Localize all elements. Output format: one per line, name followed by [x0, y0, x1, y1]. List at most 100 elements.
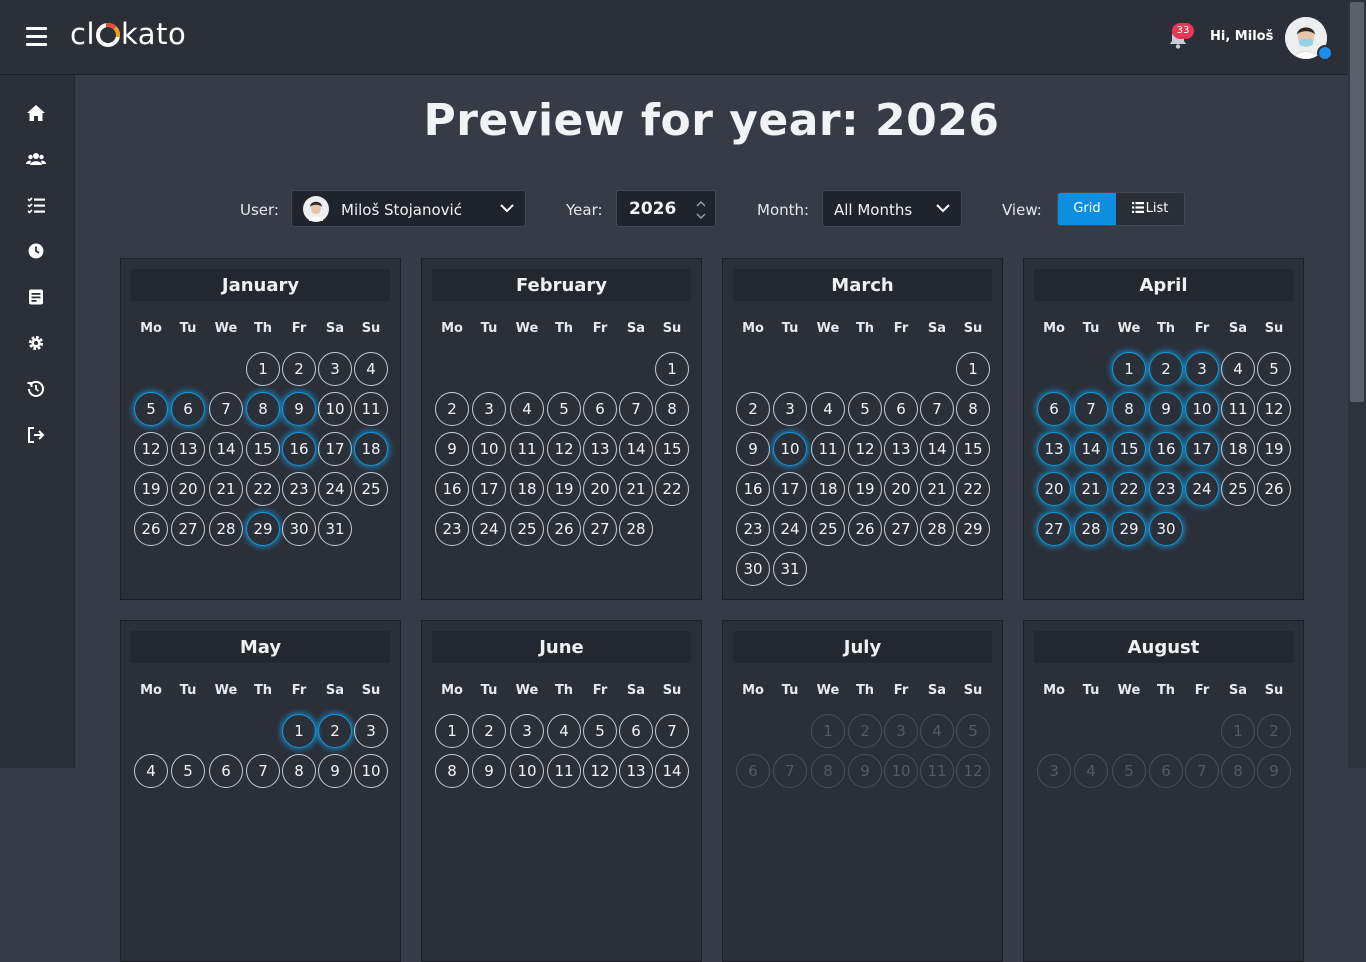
- calendar-day[interactable]: 31: [318, 512, 352, 546]
- calendar-day[interactable]: 28: [1074, 512, 1108, 546]
- calendar-day[interactable]: 9: [472, 754, 506, 788]
- calendar-day[interactable]: 8: [1112, 392, 1146, 426]
- calendar-day[interactable]: 2: [282, 352, 316, 386]
- calendar-day[interactable]: 15: [1112, 432, 1146, 466]
- calendar-day[interactable]: 21: [619, 472, 653, 506]
- home-icon[interactable]: [26, 103, 46, 123]
- calendar-day[interactable]: 18: [354, 432, 388, 466]
- calendar-day[interactable]: 15: [956, 432, 990, 466]
- calendar-day[interactable]: 24: [773, 512, 807, 546]
- calendar-day[interactable]: 19: [134, 472, 168, 506]
- calendar-day[interactable]: 15: [655, 432, 689, 466]
- calendar-day[interactable]: 9: [282, 392, 316, 426]
- calendar-day[interactable]: 19: [547, 472, 581, 506]
- calendar-day[interactable]: 10: [318, 392, 352, 426]
- calendar-day[interactable]: 2: [1149, 352, 1183, 386]
- history-icon[interactable]: [26, 379, 46, 399]
- calendar-day[interactable]: 23: [435, 512, 469, 546]
- calendar-day[interactable]: 30: [736, 552, 770, 586]
- calendar-day[interactable]: 19: [1257, 432, 1291, 466]
- month-select[interactable]: All Months: [822, 190, 962, 227]
- calendar-day[interactable]: 6: [1149, 754, 1183, 788]
- calendar-day[interactable]: 24: [318, 472, 352, 506]
- calendar-day[interactable]: 22: [1112, 472, 1146, 506]
- calendar-day[interactable]: 5: [1112, 754, 1146, 788]
- calendar-day[interactable]: 3: [510, 714, 544, 748]
- calendar-day[interactable]: 19: [848, 472, 882, 506]
- calendar-day[interactable]: 1: [282, 714, 316, 748]
- calendar-day[interactable]: 13: [1037, 432, 1071, 466]
- calendar-day[interactable]: 4: [1074, 754, 1108, 788]
- calendar-day[interactable]: 2: [848, 714, 882, 748]
- calendar-day[interactable]: 25: [1221, 472, 1255, 506]
- calendar-day[interactable]: 4: [134, 754, 168, 788]
- calendar-day[interactable]: 18: [1221, 432, 1255, 466]
- calendar-day[interactable]: 11: [510, 432, 544, 466]
- calendar-day[interactable]: 22: [246, 472, 280, 506]
- calendar-day[interactable]: 28: [619, 512, 653, 546]
- report-icon[interactable]: [26, 287, 46, 307]
- calendar-day[interactable]: 6: [209, 754, 243, 788]
- calendar-day[interactable]: 23: [1149, 472, 1183, 506]
- calendar-day[interactable]: 9: [1149, 392, 1183, 426]
- calendar-day[interactable]: 11: [547, 754, 581, 788]
- calendar-day[interactable]: 4: [547, 714, 581, 748]
- calendar-day[interactable]: 2: [1257, 714, 1291, 748]
- calendar-day[interactable]: 24: [472, 512, 506, 546]
- calendar-day[interactable]: 4: [811, 392, 845, 426]
- calendar-day[interactable]: 9: [1257, 754, 1291, 788]
- calendar-day[interactable]: 12: [956, 754, 990, 788]
- calendar-day[interactable]: 27: [1037, 512, 1071, 546]
- calendar-day[interactable]: 3: [1185, 352, 1219, 386]
- calendar-day[interactable]: 7: [209, 392, 243, 426]
- calendar-day[interactable]: 6: [1037, 392, 1071, 426]
- calendar-day[interactable]: 5: [547, 392, 581, 426]
- calendar-day[interactable]: 10: [1185, 392, 1219, 426]
- calendar-day[interactable]: 3: [773, 392, 807, 426]
- calendar-day[interactable]: 8: [246, 392, 280, 426]
- calendar-day[interactable]: 14: [920, 432, 954, 466]
- calendar-day[interactable]: 26: [848, 512, 882, 546]
- calendar-day[interactable]: 21: [1074, 472, 1108, 506]
- calendar-day[interactable]: 7: [1185, 754, 1219, 788]
- calendar-day[interactable]: 29: [1112, 512, 1146, 546]
- calendar-day[interactable]: 15: [246, 432, 280, 466]
- user-greeting[interactable]: Hi, Miloš: [1210, 29, 1273, 44]
- calendar-day[interactable]: 7: [920, 392, 954, 426]
- calendar-day[interactable]: 13: [171, 432, 205, 466]
- calendar-day[interactable]: 16: [282, 432, 316, 466]
- calendar-day[interactable]: 1: [1112, 352, 1146, 386]
- calendar-day[interactable]: 22: [655, 472, 689, 506]
- calendar-day[interactable]: 6: [583, 392, 617, 426]
- calendar-day[interactable]: 7: [773, 754, 807, 788]
- calendar-day[interactable]: 26: [134, 512, 168, 546]
- calendar-day[interactable]: 9: [435, 432, 469, 466]
- calendar-day[interactable]: 1: [956, 352, 990, 386]
- calendar-day[interactable]: 23: [282, 472, 316, 506]
- calendar-day[interactable]: 24: [1185, 472, 1219, 506]
- clock-icon[interactable]: [26, 241, 46, 261]
- calendar-day[interactable]: 8: [655, 392, 689, 426]
- calendar-day[interactable]: 6: [736, 754, 770, 788]
- calendar-day[interactable]: 13: [884, 432, 918, 466]
- calendar-day[interactable]: 1: [655, 352, 689, 386]
- calendar-day[interactable]: 8: [1221, 754, 1255, 788]
- calendar-day[interactable]: 2: [736, 392, 770, 426]
- calendar-day[interactable]: 12: [1257, 392, 1291, 426]
- calendar-day[interactable]: 17: [318, 432, 352, 466]
- calendar-day[interactable]: 11: [1221, 392, 1255, 426]
- calendar-day[interactable]: 31: [773, 552, 807, 586]
- calendar-day[interactable]: 7: [655, 714, 689, 748]
- calendar-day[interactable]: 3: [318, 352, 352, 386]
- calendar-day[interactable]: 11: [920, 754, 954, 788]
- calendar-day[interactable]: 20: [171, 472, 205, 506]
- calendar-day[interactable]: 20: [583, 472, 617, 506]
- calendar-day[interactable]: 14: [209, 432, 243, 466]
- calendar-day[interactable]: 5: [956, 714, 990, 748]
- calendar-day[interactable]: 14: [1074, 432, 1108, 466]
- calendar-day[interactable]: 2: [318, 714, 352, 748]
- calendar-day[interactable]: 8: [956, 392, 990, 426]
- calendar-day[interactable]: 5: [583, 714, 617, 748]
- calendar-day[interactable]: 17: [472, 472, 506, 506]
- calendar-day[interactable]: 29: [246, 512, 280, 546]
